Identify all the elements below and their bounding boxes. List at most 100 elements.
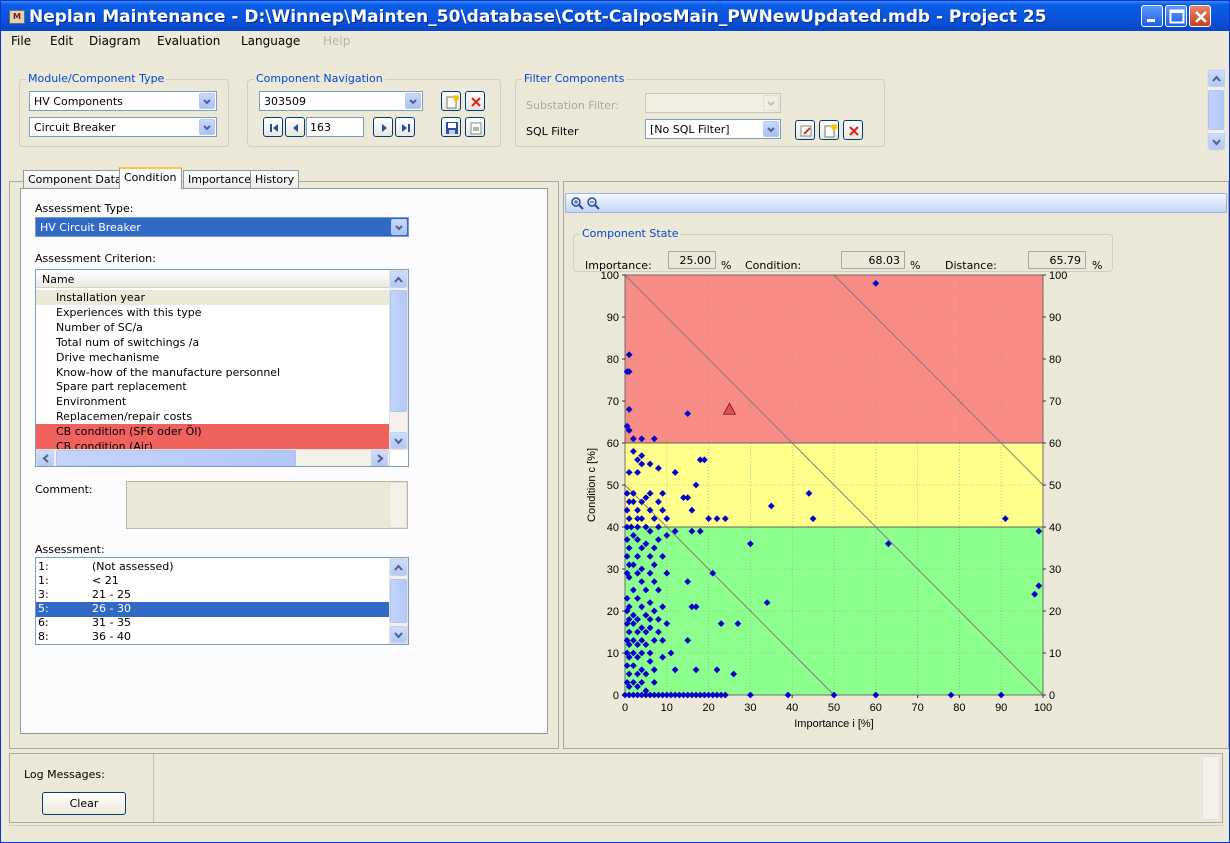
- tab-component-data[interactable]: Component Data: [23, 170, 127, 188]
- chevron-down-icon[interactable]: [199, 93, 215, 109]
- row-selector[interactable]: [38, 380, 52, 393]
- tab-importance[interactable]: Importance: [183, 170, 257, 188]
- row-selector[interactable]: [38, 410, 52, 423]
- row-selector[interactable]: [38, 351, 52, 364]
- row-selector[interactable]: [38, 336, 52, 349]
- minimize-button[interactable]: [1141, 5, 1163, 27]
- zoom-out-icon[interactable]: [586, 196, 600, 213]
- criterion-list[interactable]: Name Installation year Experiences with t…: [35, 269, 409, 467]
- app-icon: M: [9, 10, 25, 24]
- menu-diagram[interactable]: Diagram: [89, 34, 141, 48]
- criterion-row[interactable]: CB condition (SF6 oder Öl): [36, 424, 389, 440]
- chevron-down-icon[interactable]: [391, 219, 407, 235]
- scroll-thumb[interactable]: [390, 579, 407, 623]
- close-icon: [1195, 11, 1207, 23]
- x-tick-label: 40: [786, 702, 798, 714]
- criterion-row[interactable]: Total num of switchings /a: [36, 335, 389, 350]
- criterion-row[interactable]: Replacemen/repair costs: [36, 409, 389, 424]
- chevron-down-icon[interactable]: [405, 93, 421, 109]
- menu-language[interactable]: Language: [241, 34, 300, 48]
- criterion-hscroll[interactable]: [36, 449, 390, 466]
- menu-edit[interactable]: Edit: [50, 34, 73, 48]
- row-selector[interactable]: [38, 395, 52, 408]
- criterion-row[interactable]: Environment: [36, 394, 389, 409]
- assessment-number: 1:: [38, 574, 49, 587]
- criterion-vscroll[interactable]: [389, 270, 408, 450]
- save-button[interactable]: [441, 117, 461, 137]
- scroll-thumb[interactable]: [56, 450, 296, 466]
- assessment-row[interactable]: 3: 21 - 25: [36, 588, 389, 603]
- criterion-header[interactable]: Name: [36, 270, 390, 288]
- previous-record-button[interactable]: [285, 117, 305, 137]
- next-record-button[interactable]: [373, 117, 393, 137]
- condition-importance-chart[interactable]: 0 010 1020 2030 3040 4050 5060 6070 7080 8090 9010…: [575, 269, 1075, 739]
- scroll-down-icon[interactable]: [390, 432, 407, 449]
- criterion-row[interactable]: Spare part replacement: [36, 379, 389, 394]
- status-bar: [9, 825, 1223, 841]
- tab-condition[interactable]: Condition: [119, 167, 182, 189]
- chevron-down-icon[interactable]: [763, 121, 779, 137]
- scroll-down-icon[interactable]: [1208, 133, 1225, 150]
- comment-scrollbar[interactable]: [389, 482, 407, 528]
- tab-history[interactable]: History: [250, 170, 300, 188]
- filter-group-label: Filter Components: [522, 72, 627, 85]
- row-selector[interactable]: [38, 425, 52, 438]
- assessment-type-select[interactable]: HV Circuit Breaker: [35, 217, 409, 237]
- save-icon: [446, 122, 458, 134]
- delete-filter-button[interactable]: [843, 120, 863, 140]
- scroll-thumb[interactable]: [1208, 90, 1224, 130]
- component-type-select[interactable]: Circuit Breaker: [29, 117, 217, 137]
- assessment-row[interactable]: 1: < 21: [36, 574, 389, 589]
- close-button[interactable]: [1189, 5, 1211, 27]
- assessment-row[interactable]: 1: (Not assessed): [36, 560, 389, 575]
- criterion-row[interactable]: Installation year: [36, 290, 389, 305]
- new-component-button[interactable]: [441, 91, 461, 111]
- assessment-row[interactable]: 6: 31 - 35: [36, 616, 389, 631]
- zoom-in-icon[interactable]: [570, 196, 584, 213]
- assessment-scrollbar[interactable]: [389, 558, 408, 644]
- title-bar[interactable]: M Neplan Maintenance - D:\Winnep\Mainten…: [1, 1, 1229, 31]
- criterion-row[interactable]: Drive mechanisme: [36, 350, 389, 365]
- assessment-row[interactable]: 5: 26 - 30: [36, 602, 389, 617]
- row-selector[interactable]: [38, 306, 52, 319]
- assessment-list[interactable]: 1: (Not assessed) 1: < 21 3: 21 - 25 5: 26 - 30…: [35, 557, 409, 645]
- menu-evaluation[interactable]: Evaluation: [157, 34, 220, 48]
- maximize-button[interactable]: [1165, 5, 1187, 27]
- scroll-thumb[interactable]: [390, 290, 407, 412]
- sql-filter-select[interactable]: [No SQL Filter]: [645, 119, 781, 139]
- chevron-down-icon[interactable]: [199, 119, 215, 135]
- record-index-field[interactable]: 163: [306, 117, 364, 137]
- criterion-row[interactable]: Experiences with this type: [36, 305, 389, 320]
- undo-button[interactable]: [465, 117, 485, 137]
- substation-filter-select[interactable]: [645, 93, 781, 113]
- criterion-row[interactable]: Number of SC/a: [36, 320, 389, 335]
- criterion-name: Know-how of the manufacture personnel: [56, 365, 281, 379]
- row-selector[interactable]: [38, 291, 52, 304]
- log-messages-label: Log Messages:: [24, 768, 105, 781]
- new-filter-button[interactable]: [819, 120, 839, 140]
- assessment-row[interactable]: 8: 36 - 40: [36, 630, 389, 644]
- comment-field[interactable]: [126, 481, 408, 529]
- row-selector[interactable]: [38, 366, 52, 379]
- component-id-select[interactable]: 303509: [259, 91, 423, 111]
- criterion-row[interactable]: Know-how of the manufacture personnel: [36, 365, 389, 380]
- x-tick-label: 70: [911, 702, 923, 714]
- first-record-button[interactable]: [263, 117, 283, 137]
- scroll-left-icon[interactable]: [37, 450, 54, 466]
- delete-component-button[interactable]: [465, 91, 485, 111]
- scroll-right-icon[interactable]: [371, 450, 388, 466]
- menu-file[interactable]: File: [11, 34, 31, 48]
- toolbar-scrollbar[interactable]: [1207, 69, 1225, 151]
- scroll-up-icon[interactable]: [1208, 70, 1225, 87]
- row-selector[interactable]: [38, 321, 52, 334]
- scroll-down-icon[interactable]: [390, 626, 407, 643]
- criterion-name: Environment: [56, 395, 127, 409]
- scroll-up-icon[interactable]: [390, 559, 407, 576]
- scroll-up-icon[interactable]: [390, 271, 407, 288]
- last-record-button[interactable]: [395, 117, 415, 137]
- edit-filter-button[interactable]: [795, 120, 815, 140]
- module-select[interactable]: HV Components: [29, 91, 217, 111]
- clear-button[interactable]: Clear: [42, 792, 126, 815]
- menu-help[interactable]: Help: [323, 34, 350, 48]
- log-scrollbar[interactable]: [1202, 756, 1220, 820]
